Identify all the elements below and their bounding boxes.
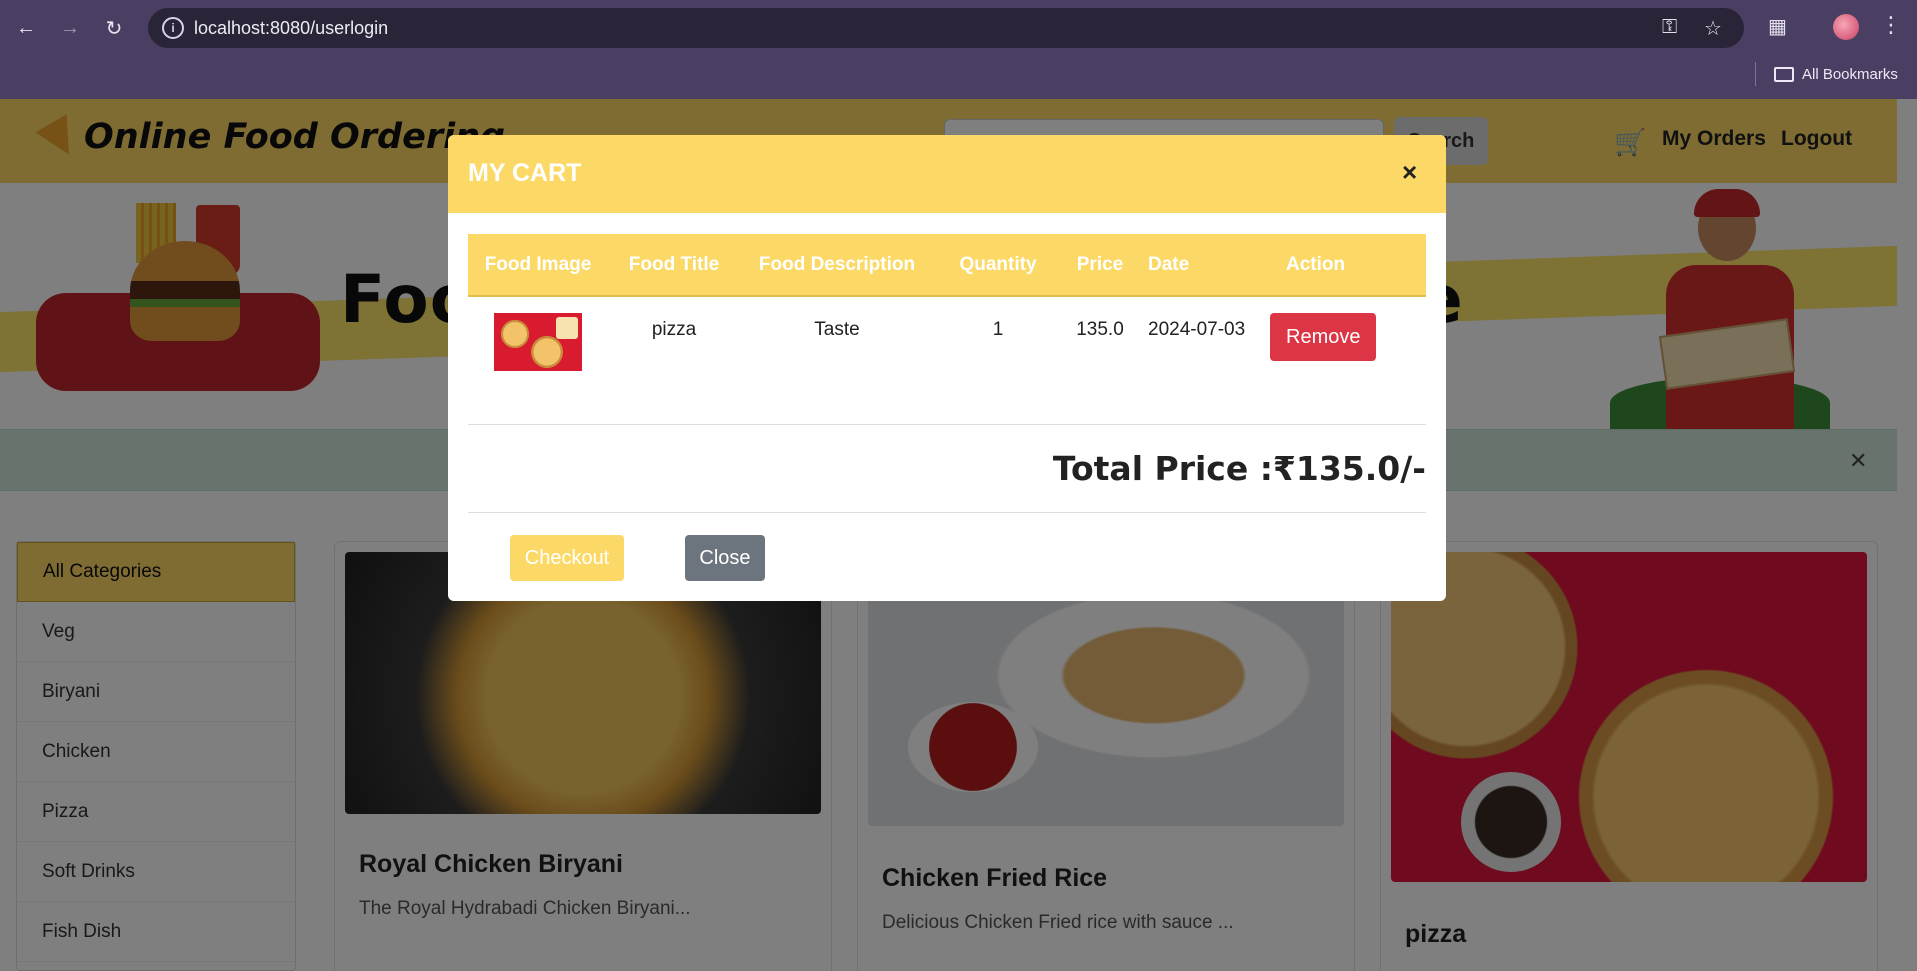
url-text: localhost:8080/userlogin <box>194 18 389 38</box>
food-image-cell <box>468 296 608 425</box>
food-thumbnail <box>494 313 582 371</box>
column-header: Food Title <box>608 234 740 297</box>
bookmarks-separator <box>1755 62 1756 86</box>
all-bookmarks[interactable]: All Bookmarks <box>1774 62 1898 86</box>
back-icon[interactable]: ← <box>10 12 42 44</box>
action-cell: Remove <box>1266 296 1426 425</box>
table-row: pizza Taste 1 135.0 2024-07-03 Remove <box>468 296 1426 425</box>
site-info-icon[interactable]: i <box>162 17 184 39</box>
column-header: Price <box>1062 234 1138 297</box>
extensions-icon[interactable]: ▦ <box>1768 14 1787 39</box>
browser-toolbar: ← → ↻ i localhost:8080/userlogin ⚿ ☆ ▦ ⋮ <box>0 0 1917 56</box>
browser-chrome: ← → ↻ i localhost:8080/userlogin ⚿ ☆ ▦ ⋮… <box>0 0 1917 99</box>
column-header: Food Description <box>740 234 934 297</box>
column-header: Date <box>1138 234 1266 297</box>
cart-table-header: Food Image Food Title Food Description Q… <box>468 234 1426 297</box>
food-title-cell: pizza <box>608 296 740 425</box>
column-header: Food Image <box>468 234 608 297</box>
key-icon[interactable]: ⚿ <box>1662 16 1677 39</box>
quantity-cell: 1 <box>934 296 1062 425</box>
address-bar[interactable]: i localhost:8080/userlogin ⚿ ☆ <box>148 8 1744 48</box>
forward-icon[interactable]: → <box>54 12 86 44</box>
total-price: Total Price :₹135.0/- <box>1052 449 1426 488</box>
divider <box>468 512 1426 513</box>
modal-title: MY CART <box>468 159 582 187</box>
remove-button[interactable]: Remove <box>1270 313 1377 361</box>
close-button[interactable]: Close <box>685 535 765 581</box>
modal-header: MY CART × <box>448 135 1446 213</box>
checkout-button[interactable]: Checkout <box>510 535 624 581</box>
food-description-cell: Taste <box>740 296 934 425</box>
cart-table: Food Image Food Title Food Description Q… <box>468 234 1426 425</box>
menu-icon[interactable]: ⋮ <box>1880 12 1902 38</box>
price-cell: 135.0 <box>1062 296 1138 425</box>
close-icon[interactable]: × <box>1402 157 1417 188</box>
reload-icon[interactable]: ↻ <box>98 12 130 44</box>
date-cell: 2024-07-03 <box>1138 296 1266 425</box>
star-icon[interactable]: ☆ <box>1704 16 1722 41</box>
cart-modal: MY CART × Food Image Food Title Food Des… <box>448 135 1446 601</box>
column-header: Quantity <box>934 234 1062 297</box>
all-bookmarks-label: All Bookmarks <box>1802 65 1898 83</box>
folder-icon <box>1774 66 1794 82</box>
profile-avatar[interactable] <box>1833 14 1859 40</box>
column-header: Action <box>1266 234 1426 297</box>
